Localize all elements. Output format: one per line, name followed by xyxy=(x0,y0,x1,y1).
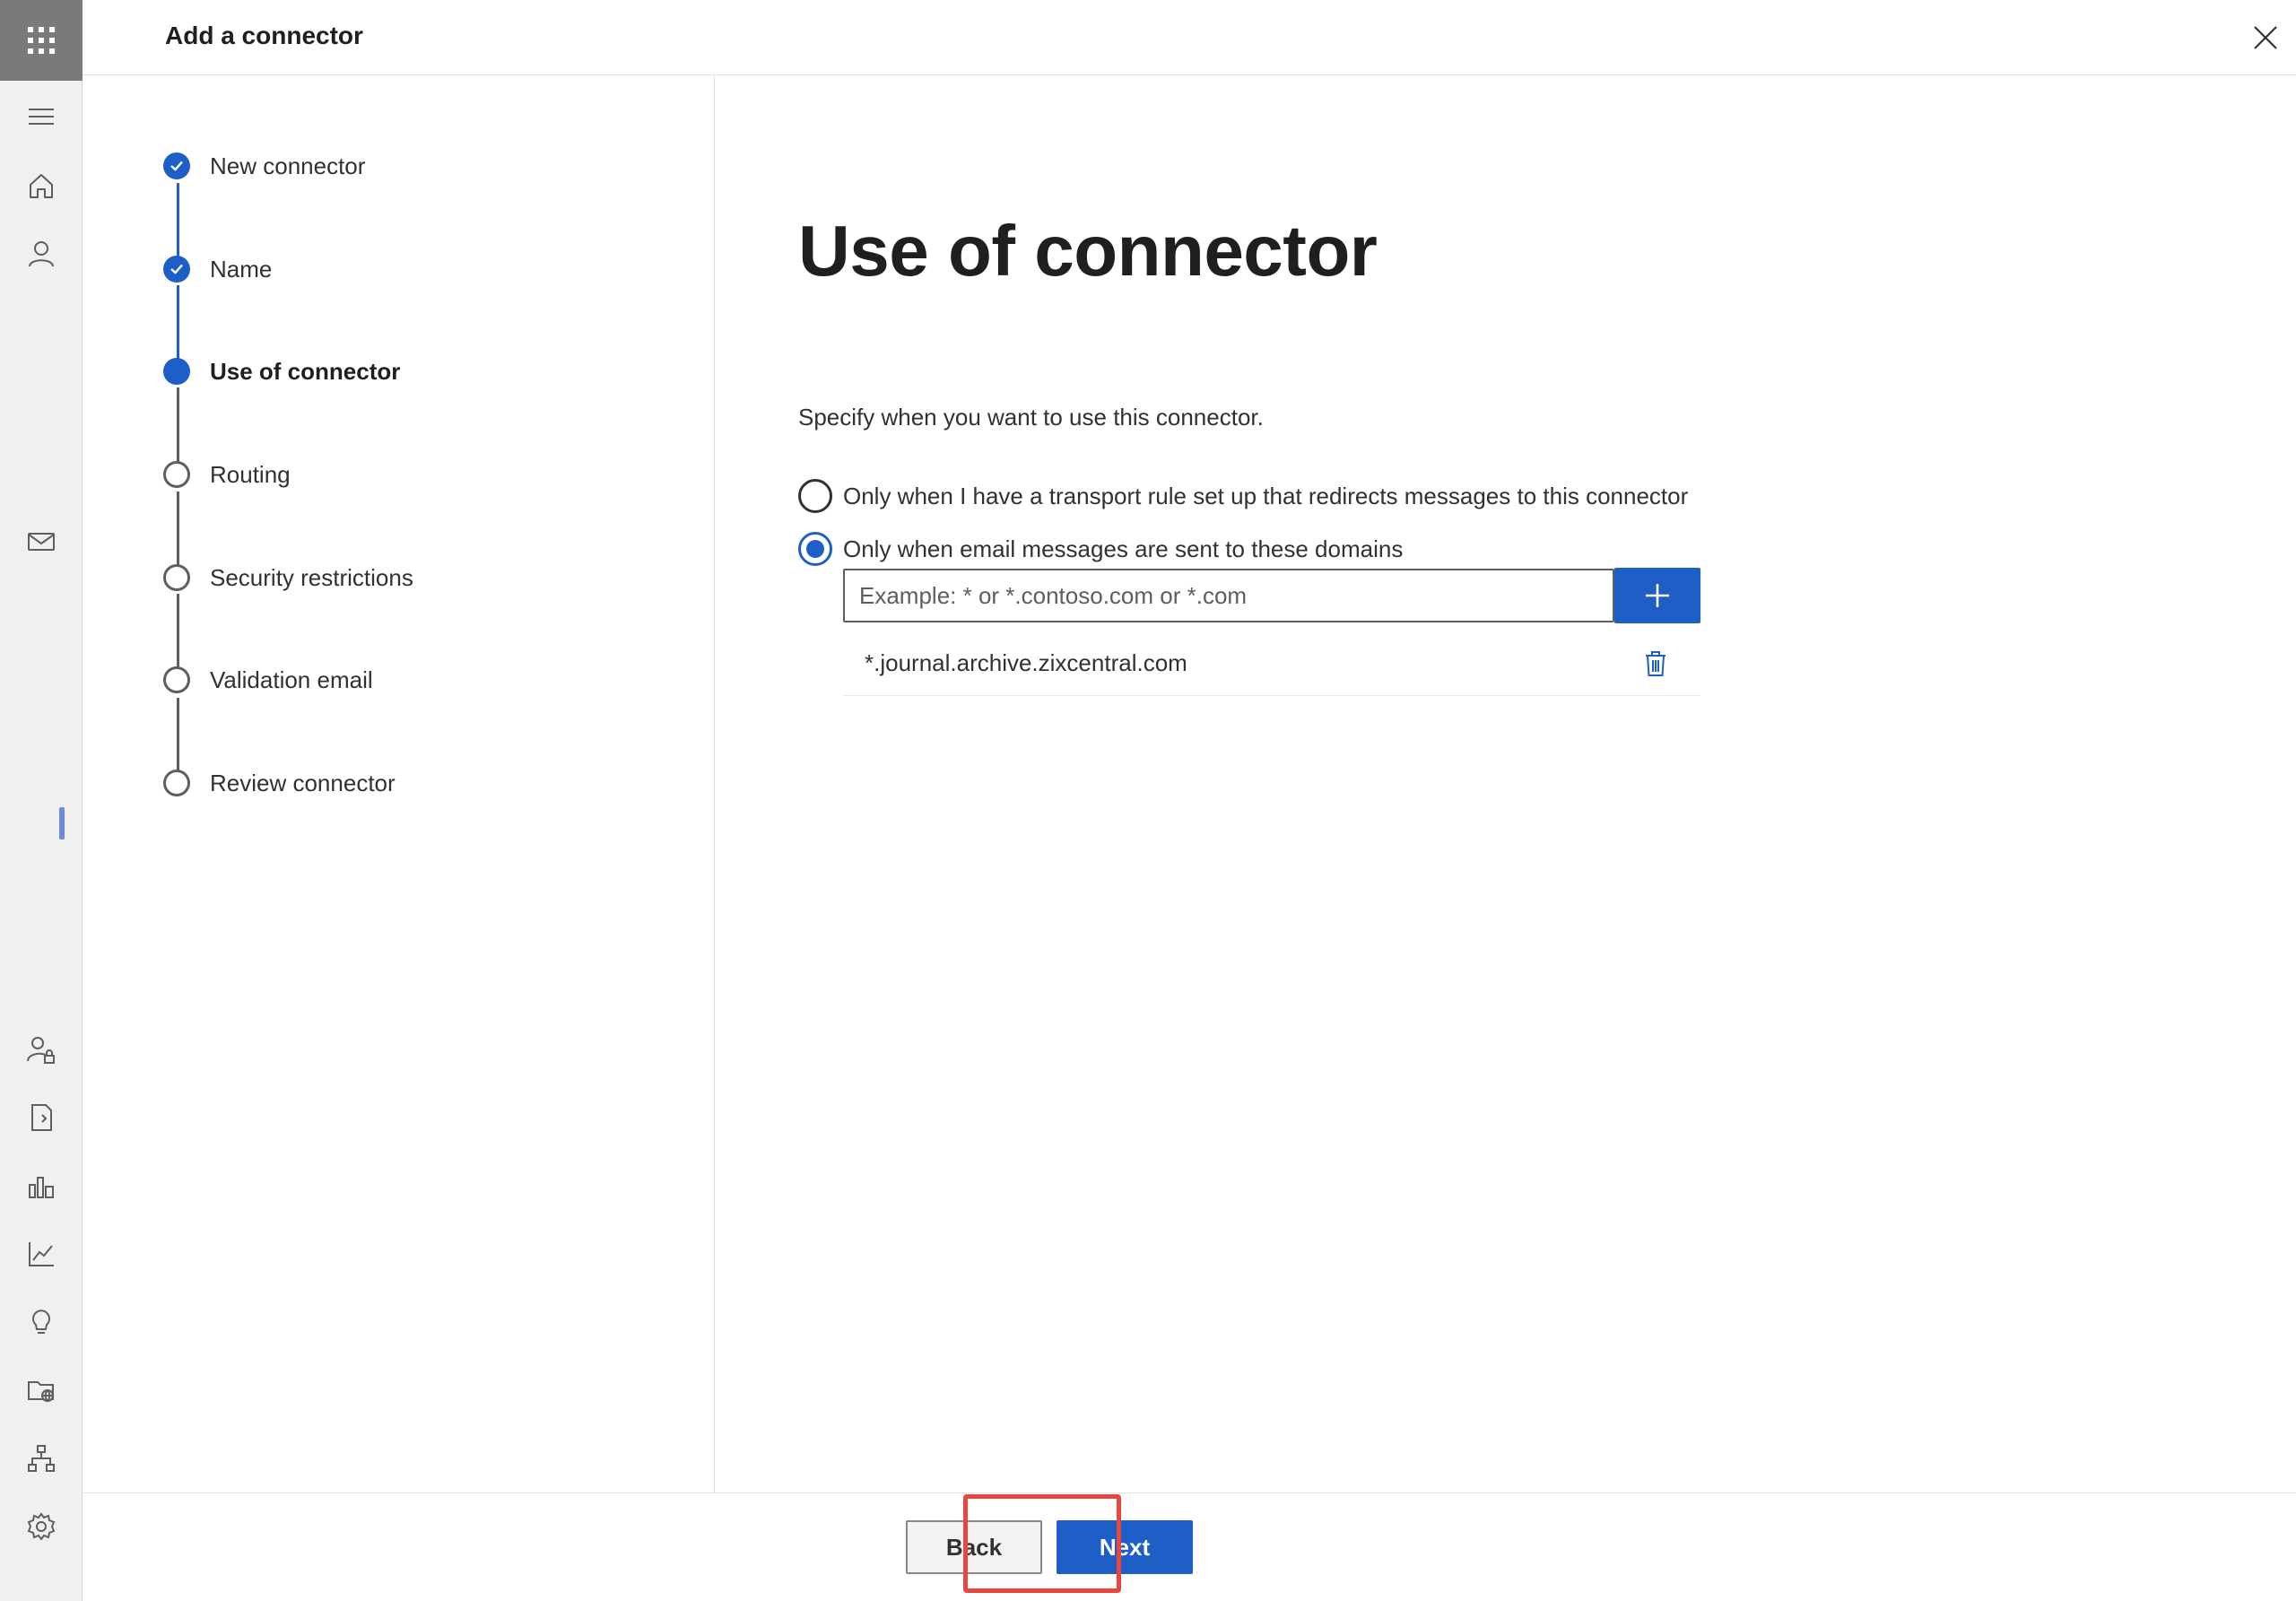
step-review-connector: Review connector xyxy=(163,765,396,801)
domain-value: *.journal.archive.zixcentral.com xyxy=(865,649,1187,676)
domain-input[interactable] xyxy=(843,569,1614,622)
trash-icon xyxy=(1646,651,1665,676)
option-transport-rule[interactable]: Only when I have a transport rule set up… xyxy=(798,479,1688,513)
reports-icon xyxy=(29,1177,54,1198)
mail-icon xyxy=(28,533,55,551)
step-name[interactable]: Name xyxy=(163,251,272,287)
add-domain-button[interactable] xyxy=(1614,568,1700,623)
step-use-of-connector[interactable]: Use of connector xyxy=(163,353,400,389)
step-routing: Routing xyxy=(163,457,291,492)
pending-step-icon xyxy=(163,770,190,796)
panel-header: Add a connector xyxy=(83,0,2296,75)
user-lock-icon xyxy=(27,1037,55,1064)
nav-reports[interactable] xyxy=(23,1168,59,1204)
page-title: Use of connector xyxy=(798,211,1378,291)
nav-roles[interactable] xyxy=(23,1031,59,1067)
step-new-connector[interactable]: New connector xyxy=(163,148,365,184)
option-label: Only when I have a transport rule set up… xyxy=(843,482,1689,509)
nav-exchange[interactable] xyxy=(23,524,59,560)
radio-domains[interactable] xyxy=(798,532,832,566)
pending-step-icon xyxy=(163,666,190,693)
close-icon xyxy=(2254,26,2277,49)
lightbulb-icon xyxy=(32,1310,50,1334)
nav-settings[interactable] xyxy=(23,1509,59,1544)
nav-documents[interactable] xyxy=(23,1100,59,1135)
nav-organization[interactable] xyxy=(23,1440,59,1476)
pending-step-icon xyxy=(163,461,190,488)
step-security-restrictions: Security restrictions xyxy=(163,560,413,596)
folder-globe-icon xyxy=(28,1381,54,1403)
trend-icon xyxy=(29,1242,54,1266)
checkmark-icon xyxy=(163,152,190,179)
domain-list-item: *.journal.archive.zixcentral.com xyxy=(843,631,1700,696)
menu-button[interactable] xyxy=(23,99,59,135)
page-description: Specify when you want to use this connec… xyxy=(798,404,1264,431)
home-icon xyxy=(30,174,53,198)
active-nav-indicator xyxy=(59,807,65,840)
pending-step-icon xyxy=(163,564,190,591)
next-button[interactable]: Next xyxy=(1057,1520,1193,1574)
step-label: Use of connector xyxy=(210,357,401,385)
back-button[interactable]: Back xyxy=(906,1520,1042,1574)
close-button[interactable] xyxy=(2248,20,2283,56)
step-validation-email: Validation email xyxy=(163,662,373,698)
left-nav-rail xyxy=(0,0,83,1601)
nav-home[interactable] xyxy=(23,168,59,204)
option-domains[interactable]: Only when email messages are sent to the… xyxy=(798,532,1403,566)
app-launcher-icon xyxy=(28,27,55,54)
document-icon xyxy=(31,1104,52,1131)
radio-transport-rule[interactable] xyxy=(798,479,832,513)
checkmark-icon xyxy=(163,256,190,283)
wizard-steps: New connector Name Use of connector Rout… xyxy=(83,75,715,1492)
menu-icon xyxy=(29,109,54,125)
step-label: New connector xyxy=(210,152,366,179)
user-icon xyxy=(29,241,54,267)
step-label: Routing xyxy=(210,460,291,488)
settings-icon xyxy=(27,1512,56,1541)
nav-insights[interactable] xyxy=(23,1304,59,1340)
nav-users[interactable] xyxy=(23,236,59,272)
radio-selected-dot xyxy=(806,540,824,558)
step-label: Name xyxy=(210,255,273,283)
delete-domain-button[interactable] xyxy=(1638,646,1674,682)
nav-analytics[interactable] xyxy=(23,1236,59,1272)
option-label: Only when email messages are sent to the… xyxy=(843,535,1404,562)
step-label: Review connector xyxy=(210,769,396,796)
step-label: Security restrictions xyxy=(210,563,413,591)
step-label: Validation email xyxy=(210,666,373,693)
org-chart-icon xyxy=(28,1445,55,1472)
app-launcher-button[interactable] xyxy=(0,0,83,81)
current-step-icon xyxy=(163,358,190,385)
wizard-footer: Back Next xyxy=(83,1492,2296,1601)
panel-title: Add a connector xyxy=(165,22,363,49)
plus-icon xyxy=(1646,584,1669,607)
nav-public-folders[interactable] xyxy=(23,1372,59,1408)
